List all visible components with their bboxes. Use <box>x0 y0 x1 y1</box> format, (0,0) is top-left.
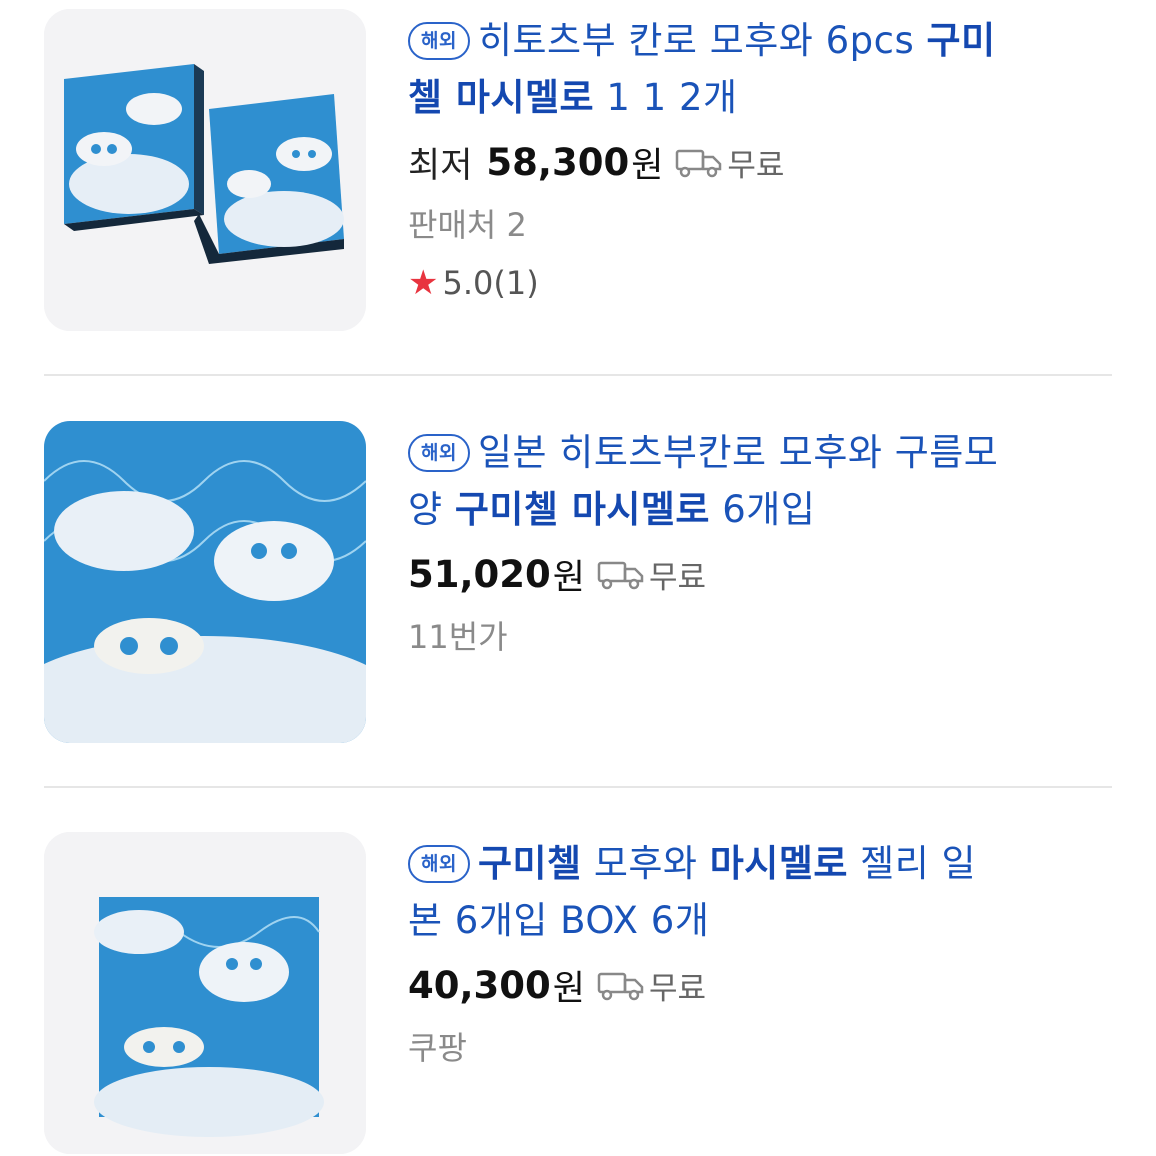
product-title[interactable]: 해외 구미첼 모후와 마시멜로 젤리 일본 6개입 BOX 6개 <box>408 835 1108 949</box>
seller-count: 판매처 2 <box>408 206 527 244</box>
star-icon: ★ <box>408 263 439 303</box>
divider <box>44 374 1112 376</box>
overseas-badge: 해외 <box>408 434 470 472</box>
title-text: 1 1 2개 <box>594 76 738 119</box>
price-row: 51,020 원 무료 <box>408 544 1108 604</box>
price-value: 40,300 <box>408 963 551 1007</box>
product-title[interactable]: 해외 히토츠부 칸로 모후와 6pcs 구미 첼 마시멜로 1 1 2개 <box>408 12 1108 126</box>
divider <box>44 786 1112 788</box>
price-unit: 원 <box>552 968 585 1009</box>
overseas-badge: 해외 <box>408 22 470 60</box>
shipping-label: 무료 <box>727 147 785 184</box>
product-thumbnail[interactable] <box>44 421 366 743</box>
product-thumbnail[interactable] <box>44 832 366 1154</box>
truck-icon <box>597 561 644 590</box>
truck-icon <box>676 149 722 178</box>
seller-name: 쿠팡 <box>408 1029 467 1067</box>
seller-name: 11번가 <box>408 618 508 656</box>
shipping-label: 무료 <box>648 970 707 1007</box>
price-value: 51,020 <box>408 552 551 596</box>
marshmallow-box-image <box>44 421 366 743</box>
title-text: 모후와 <box>581 842 710 885</box>
title-keyword: 구미첼 마시멜로 <box>454 488 710 531</box>
price-row: 40,300 원 무료 <box>408 955 1108 1015</box>
product-title[interactable]: 해외 일본 히토츠부칸로 모후와 구름모 양 구미첼 마시멜로 6개입 <box>408 424 1108 538</box>
title-text: 6개입 <box>709 488 816 531</box>
price-value: 58,300 <box>486 140 630 184</box>
price-label: 최저 <box>408 145 473 186</box>
product-thumbnail[interactable] <box>44 9 366 331</box>
overseas-badge: 해외 <box>408 845 470 883</box>
title-keyword: 마시멜로 <box>709 842 848 885</box>
title-keyword: 구미첼 <box>477 842 582 885</box>
price-row: 최저 58,300 원 무료 <box>408 132 1108 192</box>
title-text: 히토츠부 칸로 모후와 6pcs <box>477 19 927 62</box>
marshmallow-box-image <box>44 832 366 1154</box>
marshmallow-box-image <box>44 9 366 331</box>
rating-value: 5.0(1) <box>442 264 539 302</box>
shipping-label: 무료 <box>648 559 707 596</box>
price-unit: 원 <box>631 145 664 186</box>
rating: ★ 5.0(1) <box>408 254 1108 312</box>
price-unit: 원 <box>552 557 585 598</box>
truck-icon <box>597 972 644 1001</box>
